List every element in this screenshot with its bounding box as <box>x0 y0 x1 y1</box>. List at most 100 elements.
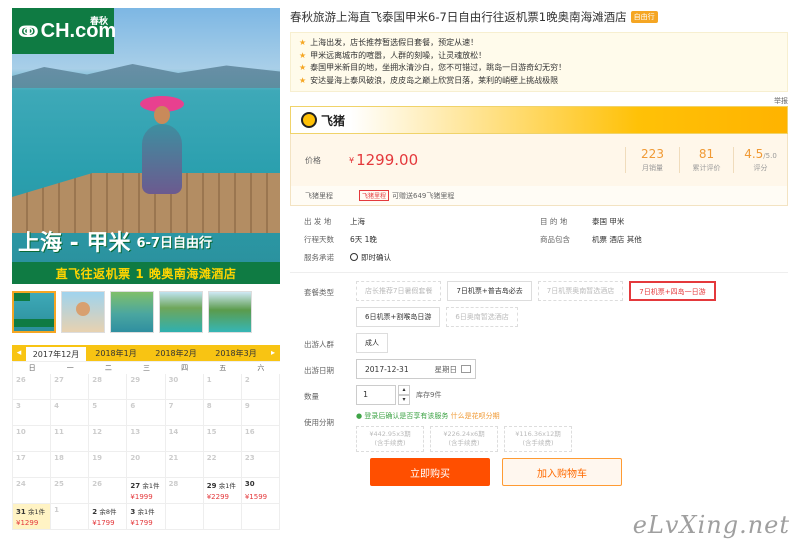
divider <box>290 272 788 273</box>
tab-month-1[interactable]: 2017年12月 <box>26 345 86 361</box>
calendar-day: 23 <box>241 452 280 478</box>
hero-banner-title: 上海 - 甲米 6-7日自由行 <box>12 220 280 262</box>
calendar-day: 9 <box>241 400 280 426</box>
decrement-icon[interactable]: ▾ <box>398 395 410 405</box>
product-title: 春秋旅游上海直飞泰国甲米6-7日自由行往返机票1晚奥南海滩酒店 <box>290 10 627 24</box>
calendar-day[interactable]: 3 余1件 ¥1799 <box>127 504 166 530</box>
calendar-day: 25 <box>51 478 90 504</box>
thumbnail-4[interactable] <box>159 291 203 333</box>
feizhu-logo-icon <box>301 112 317 128</box>
thumbnail-2[interactable] <box>61 291 105 333</box>
calendar-day: 18 <box>51 452 90 478</box>
package-option[interactable]: 7日机票+普吉岛必去 <box>447 281 532 301</box>
banner-big: 上海 - 甲米 <box>18 231 131 256</box>
day-number: 13 <box>130 428 141 436</box>
calendar-day: 26 <box>89 478 128 504</box>
calendar-day[interactable]: 2 余8件 ¥1799 <box>89 504 128 530</box>
options: 套餐类型 店长推荐7日暑假套餐 7日机票+普吉岛必去 7日机票奥南暂选酒店 7日机票+… <box>290 281 788 486</box>
thumbnail-1[interactable] <box>12 291 56 333</box>
report-link[interactable]: 举报 <box>290 96 788 106</box>
calendar-day: 21 <box>165 452 204 478</box>
calendar-day <box>241 504 280 530</box>
login-note[interactable]: ● 登录后确认是否享有该服务 <box>356 412 448 420</box>
package-option[interactable]: 7日机票+四岛一日游 <box>629 281 716 301</box>
calendar-day: 27 <box>51 374 90 400</box>
day-price: ¥1599 <box>244 493 268 501</box>
hero-woman <box>132 96 192 196</box>
stat-reviews[interactable]: 81 累计评价 <box>679 147 733 173</box>
day-number: 12 <box>92 428 103 436</box>
depart-value: 上海 <box>350 216 365 226</box>
highlight-item: ★ 泰国甲米新目的地，坐拥水清沙白，您不可错过，跳岛一日游奇幻无穷！ <box>299 63 567 72</box>
quantity-input[interactable]: 1 <box>356 385 396 405</box>
day-remaining: 余1件 <box>137 508 155 516</box>
calendar-day: 13 <box>127 426 166 452</box>
highlight-item: ★ 上海出发，店长推荐暂选假日套餐，预定从速！ <box>299 38 479 47</box>
ch-logo-icon: ↂ <box>18 21 39 41</box>
ch-logo: ↂ CH.com 春秋 <box>12 8 116 54</box>
prev-month-icon[interactable]: ◂ <box>12 348 26 358</box>
weekday-label: 四 <box>181 364 189 372</box>
day-number: 2 <box>92 508 98 516</box>
weekday-label: 三 <box>142 364 150 372</box>
day-price: ¥1299 <box>16 519 39 527</box>
calendar-icon[interactable] <box>461 365 471 373</box>
day-number: 28 <box>92 376 103 384</box>
product-title-row: 春秋旅游上海直飞泰国甲米6-7日自由行往返机票1晚奥南海滩酒店 自由行 <box>290 8 788 26</box>
calendar-day[interactable]: 31 余1件 ¥1299 <box>13 504 52 530</box>
calendar-week: 17 18 19 20 21 22 23 <box>13 452 280 478</box>
day-number: 1 <box>206 376 212 384</box>
day-number: 8 <box>206 402 212 410</box>
day-number: 3 <box>16 402 21 410</box>
calendar-day: 5 <box>89 400 128 426</box>
tab-month-2[interactable]: 2018年1月 <box>86 348 146 359</box>
price-amount: 1299.00 <box>356 151 419 169</box>
price-box: 价格 ¥ 1299.00 223 月销量 81 累计评价 4.5/5.0 评分 <box>290 134 788 186</box>
calendar-week: 10 11 12 13 14 15 16 <box>13 426 280 452</box>
tab-month-4[interactable]: 2018年3月 <box>206 348 266 359</box>
thumbnail-3[interactable] <box>110 291 154 333</box>
buy-now-button[interactable]: 立即购买 <box>370 458 490 486</box>
installment-link[interactable]: 什么是花呗分期 <box>451 412 500 420</box>
calendar-day: 30 <box>165 374 204 400</box>
day-number: 6 <box>130 402 136 410</box>
left-column: ↂ CH.com 春秋 上海 - 甲米 6-7日自由行 直飞往返机票 1 晚奥南… <box>12 8 280 530</box>
package-option[interactable]: 6日机票+割喉岛日游 <box>356 307 441 327</box>
star-icon: ★ <box>299 50 307 60</box>
date-input[interactable]: 2017-12-31 星期日 <box>356 359 476 379</box>
calendar-grid: 日一二三四五六 26 27 28 29 30 1 2 3 4 5 6 7 8 9 10 11 12 13 14 15 1… <box>12 361 280 530</box>
increment-icon[interactable]: ▴ <box>398 385 410 395</box>
add-to-cart-button[interactable]: 加入购物车 <box>502 458 622 486</box>
calendar-day[interactable]: 27 余1件 ¥1999 <box>127 478 166 504</box>
day-number: 5 <box>92 402 98 410</box>
calendar-day[interactable]: 30 ¥1599 <box>241 478 280 504</box>
day-number: 29 <box>206 482 217 490</box>
calendar-day: 6 <box>127 400 166 426</box>
day-number: 26 <box>92 480 103 488</box>
hero-image: ↂ CH.com 春秋 上海 - 甲米 6-7日自由行 直飞往返机票 1 晚奥南… <box>12 8 280 284</box>
calendar-day: 20 <box>127 452 166 478</box>
tab-month-3[interactable]: 2018年2月 <box>146 348 206 359</box>
calendar-day[interactable]: 29 余1件 ¥2299 <box>203 478 242 504</box>
day-number: 15 <box>206 428 217 436</box>
calendar-day: 1 <box>51 504 90 530</box>
day-number: 1 <box>54 506 60 514</box>
quantity-stepper: 1 ▴ ▾ 库存9件 <box>356 385 441 405</box>
next-month-icon[interactable]: ▸ <box>266 345 280 361</box>
day-number: 26 <box>16 376 26 384</box>
day-price: ¥1799 <box>92 519 115 527</box>
calendar-week: 3 4 5 6 7 8 9 <box>13 400 280 426</box>
people-chip-adult[interactable]: 成人 <box>356 333 388 353</box>
calendar-day: 3 <box>13 400 52 426</box>
day-number: 31 <box>16 508 26 516</box>
calendar-week: 26 27 28 29 30 1 2 <box>13 374 280 400</box>
days-value: 6天 1晚 <box>350 234 377 244</box>
mileage-label: 飞猪里程 <box>305 191 333 200</box>
incl-value: 机票 酒店 其他 <box>592 234 642 244</box>
calendar-day <box>165 504 204 530</box>
calendar-day: 28 <box>89 374 128 400</box>
thumbnail-5[interactable] <box>208 291 252 333</box>
thumbnail-strip <box>12 291 280 337</box>
calendar-day: 2 <box>241 374 280 400</box>
date-label: 出游日期 <box>304 366 334 375</box>
